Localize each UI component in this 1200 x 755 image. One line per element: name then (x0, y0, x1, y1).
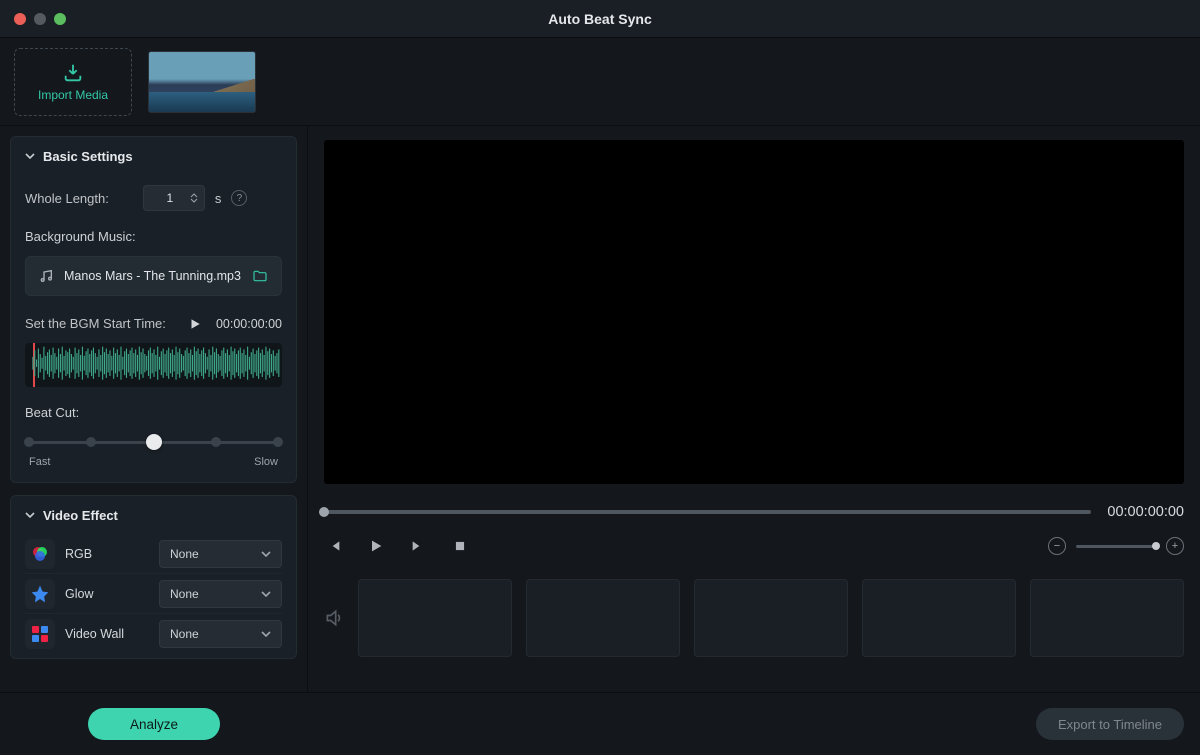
playback-progress[interactable] (324, 510, 1091, 514)
clip-slot[interactable] (1030, 579, 1184, 657)
video-wall-select-value: None (170, 627, 199, 641)
play-icon[interactable] (188, 317, 202, 331)
glow-select-value: None (170, 587, 199, 601)
clip-slot[interactable] (862, 579, 1016, 657)
music-note-icon (38, 268, 54, 284)
titlebar: Auto Beat Sync (0, 0, 1200, 38)
rgb-select-value: None (170, 547, 199, 561)
window-title: Auto Beat Sync (0, 11, 1200, 27)
preview-area: 00:00:00:00 − + (307, 126, 1200, 692)
bgm-start-time: 00:00:00:00 (216, 317, 282, 331)
bgm-waveform[interactable] (25, 343, 282, 387)
media-thumbnail[interactable] (148, 51, 256, 113)
zoom-slider-thumb[interactable] (1152, 542, 1160, 550)
rgb-select[interactable]: None (159, 540, 282, 568)
analyze-button[interactable]: Analyze (88, 708, 220, 740)
bg-music-row[interactable]: Manos Mars - The Tunning.mp3 (25, 256, 282, 296)
bgm-start-label: Set the BGM Start Time: (25, 316, 166, 331)
next-frame-button[interactable] (408, 536, 428, 556)
waveform-graphic (25, 343, 282, 383)
speaker-icon[interactable] (324, 608, 344, 628)
effect-label: Video Wall (65, 627, 149, 641)
effect-row-rgb: RGB None (25, 534, 282, 574)
clip-strip (324, 572, 1184, 664)
step-down-icon[interactable] (190, 198, 198, 204)
zoom-slider[interactable] (1076, 545, 1156, 548)
effect-row-glow: Glow None (25, 574, 282, 614)
export-to-timeline-button[interactable]: Export to Timeline (1036, 708, 1184, 740)
beat-cut-label: Beat Cut: (25, 405, 282, 420)
chevron-down-icon (25, 151, 35, 161)
whole-length-input[interactable]: 1 (143, 185, 205, 211)
minimize-window-button[interactable] (34, 13, 46, 25)
effect-row-video-wall: Video Wall None (25, 614, 282, 654)
rgb-icon (25, 539, 55, 569)
download-icon (62, 62, 84, 84)
whole-length-label: Whole Length: (25, 191, 109, 206)
chevron-down-icon (25, 510, 35, 520)
beat-cut-fast-label: Fast (29, 456, 50, 468)
stop-button[interactable] (450, 536, 470, 556)
effect-label: RGB (65, 547, 149, 561)
bottom-bar: Analyze Export to Timeline (0, 692, 1200, 755)
whole-length-unit: s (215, 191, 222, 206)
video-wall-select[interactable]: None (159, 620, 282, 648)
transport-controls: − + (324, 536, 1184, 556)
whole-length-value: 1 (150, 191, 190, 205)
video-viewport[interactable] (324, 140, 1184, 484)
glow-select[interactable]: None (159, 580, 282, 608)
media-bar: Import Media (0, 38, 1200, 126)
beat-cut-slider[interactable]: Fast Slow (25, 430, 282, 468)
basic-settings-header[interactable]: Basic Settings (25, 137, 282, 175)
progress-playhead[interactable] (319, 507, 329, 517)
chevron-down-icon (261, 629, 271, 639)
import-media-button[interactable]: Import Media (14, 48, 132, 116)
prev-frame-button[interactable] (324, 536, 344, 556)
import-media-label: Import Media (38, 88, 108, 102)
video-effect-header[interactable]: Video Effect (25, 496, 282, 534)
beat-cut-slow-label: Slow (254, 456, 278, 468)
chevron-down-icon (261, 589, 271, 599)
window-controls (14, 13, 66, 25)
bg-music-label: Background Music: (25, 229, 282, 244)
video-effect-title: Video Effect (43, 508, 118, 523)
folder-icon[interactable] (251, 268, 269, 284)
playback-timecode: 00:00:00:00 (1107, 504, 1184, 520)
effect-label: Glow (65, 587, 149, 601)
settings-sidebar: Basic Settings Whole Length: 1 s ? Backg… (0, 126, 307, 692)
basic-settings-panel: Basic Settings Whole Length: 1 s ? Backg… (10, 136, 297, 483)
close-window-button[interactable] (14, 13, 26, 25)
zoom-out-button[interactable]: − (1048, 537, 1066, 555)
clip-slot[interactable] (694, 579, 848, 657)
clip-slot[interactable] (526, 579, 680, 657)
beat-cut-slider-thumb[interactable] (146, 434, 162, 450)
basic-settings-title: Basic Settings (43, 149, 133, 164)
play-button[interactable] (366, 536, 386, 556)
chevron-down-icon (261, 549, 271, 559)
video-wall-icon (25, 619, 55, 649)
bg-music-filename: Manos Mars - The Tunning.mp3 (64, 269, 241, 283)
video-effect-panel: Video Effect RGB None Glow None (10, 495, 297, 659)
zoom-in-button[interactable]: + (1166, 537, 1184, 555)
glow-icon (25, 579, 55, 609)
maximize-window-button[interactable] (54, 13, 66, 25)
clip-slot[interactable] (358, 579, 512, 657)
help-icon[interactable]: ? (231, 190, 247, 206)
